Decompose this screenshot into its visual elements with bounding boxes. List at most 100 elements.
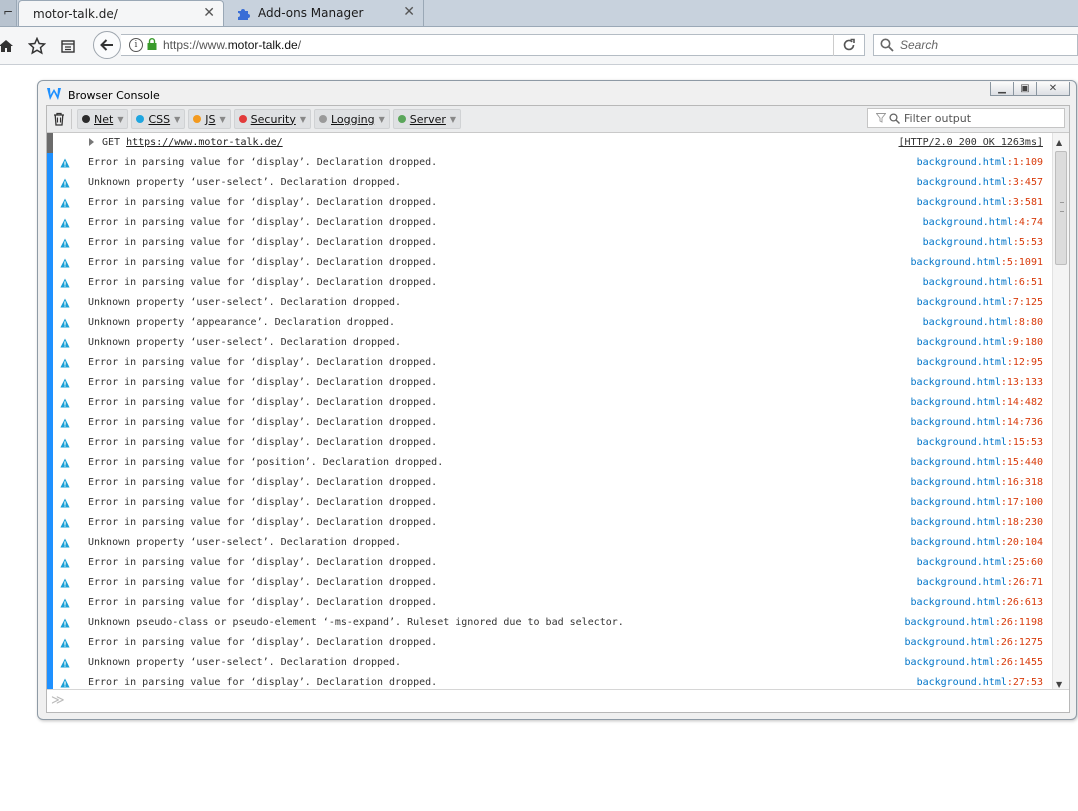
close-tab-icon[interactable]: ✕ [403,4,415,20]
row-category-bar [47,313,53,333]
console-message-row[interactable]: Error in parsing value for ‘display’. De… [47,233,1069,253]
console-message-row[interactable]: Unknown property ‘user-select’. Declarat… [47,533,1069,553]
console-message-row[interactable]: Unknown property ‘user-select’. Declarat… [47,293,1069,313]
source-location-link[interactable]: background.html:3:581 [917,197,1043,208]
vertical-scrollbar[interactable]: ▲ ▼ [1052,133,1069,692]
close-tab-icon[interactable]: ✕ [203,5,215,21]
console-message-row[interactable]: Error in parsing value for ‘display’. De… [47,193,1069,213]
maximize-button[interactable]: ▣ [1013,82,1037,96]
source-location-link[interactable]: background.html:26:1198 [905,617,1043,628]
url-bar[interactable]: i https://www.motor-talk.de/ [121,34,865,56]
scroll-down-arrow-icon[interactable]: ▼ [1056,680,1062,689]
back-button[interactable] [93,31,121,59]
source-location-link[interactable]: background.html:9:180 [917,337,1043,348]
source-location-link[interactable]: background.html:20:104 [911,537,1043,548]
console-message-row[interactable]: Unknown property ‘user-select’. Declarat… [47,333,1069,353]
source-location-link[interactable]: background.html:27:53 [917,677,1043,688]
source-location-link[interactable]: background.html:26:613 [911,597,1043,608]
console-message-row[interactable]: Error in parsing value for ‘display’. De… [47,493,1069,513]
source-location-link[interactable]: background.html:14:482 [911,397,1043,408]
dropdown-arrow-icon[interactable]: ▼ [220,115,226,124]
console-input-line[interactable]: ≫ [47,689,1069,712]
console-message-row[interactable]: Error in parsing value for ‘display’. De… [47,553,1069,573]
reload-icon[interactable] [833,34,864,56]
console-message-row[interactable]: Error in parsing value for ‘display’. De… [47,433,1069,453]
source-location-link[interactable]: background.html:14:736 [911,417,1043,428]
source-location-link[interactable]: background.html:5:1091 [911,257,1043,268]
home-icon[interactable] [0,36,16,56]
source-location-link[interactable]: background.html:13:133 [911,377,1043,388]
previous-tab-edge[interactable]: ⌐ [0,0,17,26]
filter-output-input[interactable]: Filter output [867,108,1065,128]
dropdown-arrow-icon[interactable]: ▼ [174,115,180,124]
console-message-row[interactable]: Unknown property ‘user-select’. Declarat… [47,653,1069,673]
console-message-row[interactable]: Error in parsing value for ‘display’. De… [47,373,1069,393]
close-window-button[interactable]: ✕ [1036,82,1070,96]
source-location-link[interactable]: background.html:15:53 [917,437,1043,448]
console-message-row[interactable]: Error in parsing value for ‘display’. De… [47,513,1069,533]
dropdown-arrow-icon[interactable]: ▼ [300,115,306,124]
clear-console-trash-icon[interactable] [51,111,67,127]
minimize-button[interactable]: ▁ [990,82,1014,96]
dropdown-arrow-icon[interactable]: ▼ [117,115,123,124]
search-icon [889,112,900,124]
source-location-link[interactable]: background.html:26:1455 [905,657,1043,668]
source-location-link[interactable]: background.html:4:74 [923,217,1043,228]
source-location-link[interactable]: background.html:1:109 [917,157,1043,168]
source-location-link[interactable]: background.html:18:230 [911,517,1043,528]
console-message-row[interactable]: Error in parsing value for ‘display’. De… [47,253,1069,273]
filter-dot-icon [397,115,406,123]
dropdown-arrow-icon[interactable]: ▼ [450,115,456,124]
console-message-row[interactable]: Error in parsing value for ‘position’. D… [47,453,1069,473]
source-location-link[interactable]: background.html:26:1275 [905,637,1043,648]
request-status-link[interactable]: [HTTP/2.0 200 OK 1263ms] [899,137,1044,148]
site-info-icon[interactable]: i [129,38,143,52]
source-location-link[interactable]: background.html:8:80 [923,317,1043,328]
tab-addons-manager[interactable]: Add-ons Manager ✕ [228,0,424,26]
console-message-row[interactable]: Error in parsing value for ‘display’. De… [47,413,1069,433]
console-message-row[interactable]: Error in parsing value for ‘display’. De… [47,473,1069,493]
filter-button-net[interactable]: Net ▼ [77,109,129,129]
source-location-link[interactable]: background.html:26:71 [917,577,1043,588]
filter-button-security[interactable]: Security ▼ [233,109,311,129]
filter-button-js[interactable]: JS ▼ [188,109,231,129]
source-location-link[interactable]: background.html:3:457 [917,177,1043,188]
console-message-row[interactable]: Unknown property ‘appearance’. Declarati… [47,313,1069,333]
console-message-row[interactable]: Unknown pseudo-class or pseudo-element ‘… [47,613,1069,633]
request-url-link[interactable]: https://www.motor-talk.de/ [126,137,283,148]
scrollbar-thumb[interactable] [1055,151,1067,265]
network-request-row[interactable]: GET https://www.motor-talk.de/ [HTTP/2.0… [47,133,1069,153]
source-location-link[interactable]: background.html:5:53 [923,237,1043,248]
scroll-up-arrow-icon[interactable]: ▲ [1056,138,1062,147]
console-output: GET https://www.motor-talk.de/ [HTTP/2.0… [47,133,1069,692]
reading-list-icon[interactable] [58,36,78,56]
source-location-link[interactable]: background.html:25:60 [917,557,1043,568]
console-message-row[interactable]: Error in parsing value for ‘display’. De… [47,573,1069,593]
filter-button-logging[interactable]: Logging ▼ [314,109,390,129]
console-message-row[interactable]: Error in parsing value for ‘display’. De… [47,153,1069,173]
bookmark-star-icon[interactable] [27,36,47,56]
expand-arrow-icon[interactable] [89,138,94,146]
filter-button-css[interactable]: CSS ▼ [131,109,186,129]
console-message-row[interactable]: Error in parsing value for ‘display’. De… [47,213,1069,233]
source-location-link[interactable]: background.html:7:125 [917,297,1043,308]
message-text: Unknown pseudo-class or pseudo-element ‘… [88,617,624,628]
console-message-row[interactable]: Error in parsing value for ‘display’. De… [47,273,1069,293]
tab-motor-talk[interactable]: motor-talk.de/ ✕ [18,0,224,26]
console-message-row[interactable]: Error in parsing value for ‘display’. De… [47,353,1069,373]
console-message-row[interactable]: Error in parsing value for ‘display’. De… [47,593,1069,613]
console-message-row[interactable]: Unknown property ‘user-select’. Declarat… [47,173,1069,193]
source-location-link[interactable]: background.html:6:51 [923,277,1043,288]
message-text: Unknown property ‘user-select’. Declarat… [88,537,402,548]
dropdown-arrow-icon[interactable]: ▼ [379,115,385,124]
console-message-row[interactable]: Error in parsing value for ‘display’. De… [47,393,1069,413]
search-bar[interactable]: Search [873,34,1078,56]
source-location-link[interactable]: background.html:17:100 [911,497,1043,508]
console-message-row[interactable]: Error in parsing value for ‘display’. De… [47,633,1069,653]
source-location-link[interactable]: background.html:12:95 [917,357,1043,368]
source-location-link[interactable]: background.html:16:318 [911,477,1043,488]
filter-button-server[interactable]: Server ▼ [392,109,462,129]
secure-lock-icon[interactable] [147,37,157,53]
source-location-link[interactable]: background.html:15:440 [911,457,1043,468]
source-file: background.html [916,437,1007,448]
